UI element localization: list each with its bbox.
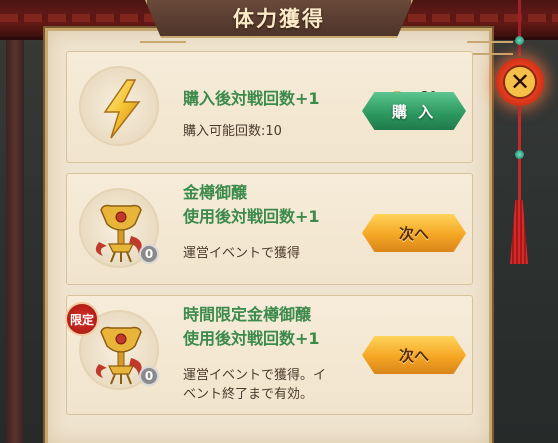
bead-ornament [515, 150, 524, 159]
buy-button[interactable]: 購 入 [362, 92, 466, 130]
lantern-string [518, 0, 521, 56]
list-item-purchase: 購入後対戦回数+1 購入可能回数:10 x30 購 入 [66, 51, 473, 163]
list-item-limited-goblet: 限定 0 時間限定金樽御醸 使用後対戦回数+1 運営イベントで獲得。イ ベント終… [65, 295, 473, 415]
title-ornament-right [467, 41, 513, 55]
dialog-title-plate: 体力獲得 [145, 0, 413, 38]
item-count-badge: 0 [139, 366, 159, 386]
item-validity: ベント終了まで有効。 [183, 387, 314, 402]
next-button[interactable]: 次へ [362, 214, 466, 252]
background-pillar [6, 40, 24, 443]
item-title: 購入後対戦回数+1 [183, 89, 320, 108]
next-button[interactable]: 次へ [362, 336, 466, 374]
item-title: 時間限定金樽御醸 [183, 305, 312, 324]
bead-ornament [515, 36, 524, 45]
close-button[interactable]: ✕ [496, 58, 544, 106]
close-icon: ✕ [503, 65, 537, 99]
item-source: 運営イベントで獲得 [183, 246, 301, 261]
list-item-goblet: 0 金樽御醸 使用後対戦回数+1 運営イベントで獲得 次へ [66, 173, 473, 285]
item-count-badge: 0 [139, 244, 159, 264]
dialog-title: 体力獲得 [233, 7, 325, 31]
item-title: 金樽御醸 [183, 183, 248, 202]
item-icon-frame [79, 66, 159, 146]
item-subtitle: 使用後対戦回数+1 [183, 207, 320, 226]
lightning-icon [103, 79, 141, 139]
tassel-ornament [510, 200, 528, 264]
item-remaining-count: 購入可能回数:10 [183, 124, 282, 139]
item-subtitle: 使用後対戦回数+1 [183, 329, 320, 348]
limited-badge: 限定 [65, 302, 99, 336]
item-source: 運営イベントで獲得。イ [183, 368, 327, 383]
